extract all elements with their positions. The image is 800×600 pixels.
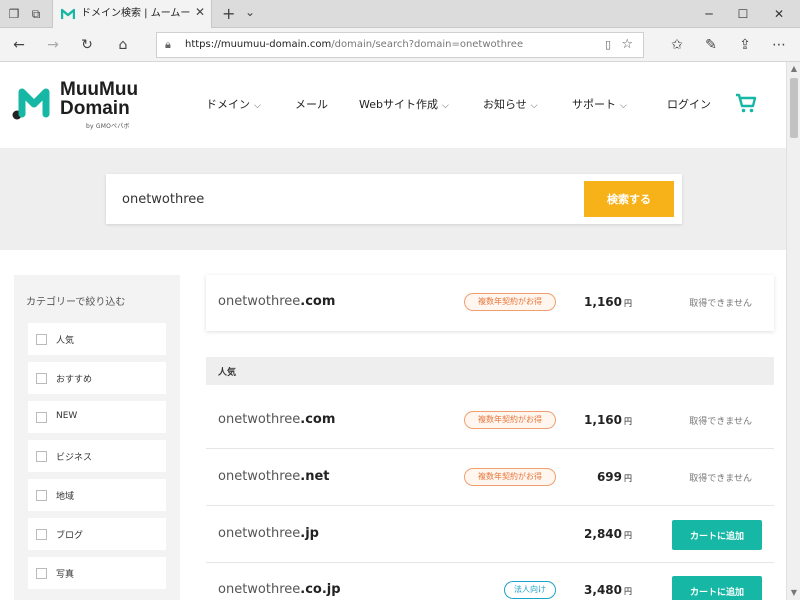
unavailable-status: 取得できません [689,299,752,309]
tab-manager-icon[interactable]: ❐ [6,6,22,22]
browser-toolbar: ← → ↻ ⌂ 🔒︎ https://muumuu-domain.com/dom… [0,28,800,62]
category-checkbox[interactable] [36,568,47,579]
category-item[interactable]: 人気 [28,323,166,355]
favorite-star-icon[interactable]: ☆ [621,37,633,52]
lock-icon: 🔒︎ [165,38,171,51]
refresh-icon[interactable]: ↻ [78,36,96,54]
nav-support[interactable]: サポート ⌵ [572,96,627,112]
category-item[interactable]: ビジネス [28,440,166,472]
scroll-up-icon[interactable]: ▲ [787,62,800,76]
unavailable-status: 取得できません [689,417,752,427]
search-box: 検索する [106,174,682,224]
scrollbar-thumb[interactable] [790,78,798,138]
category-item[interactable]: おすすめ [28,362,166,394]
site-favicon-icon [61,8,75,19]
nav-website[interactable]: Webサイト作成 ⌵ [359,96,449,112]
share-icon[interactable]: ⇪ [736,36,754,54]
set-aside-tabs-icon[interactable]: ⧉ [28,6,44,22]
domain-search-input[interactable] [122,186,562,212]
minimize-icon[interactable]: ─ [694,4,724,24]
scroll-down-icon[interactable]: ▼ [787,586,800,600]
cart-icon[interactable] [735,92,757,114]
category-item[interactable]: ブログ [28,518,166,550]
home-icon[interactable]: ⌂ [114,36,132,54]
results-content: カテゴリーで絞り込む 人気 おすすめ NEW ビジネス 地域 ブログ 写真 on… [0,250,786,600]
section-title: 人気 [218,368,237,378]
domain-name: onetwothree.net [218,469,330,484]
browser-tab-active[interactable]: ドメイン検索 | ムームードメイ ✕ [52,0,212,28]
domain-price: 1,160 円 [584,295,632,309]
chevron-down-icon: ⌵ [441,101,449,111]
domain-row: onetwothree.com 複数年契約がお得 1,160 円 取得できません [206,393,774,449]
browser-tab-bar: ❐ ⧉ ドメイン検索 | ムームードメイ ✕ + ⌄ ─ ☐ ✕ [0,0,800,28]
sidebar-title: カテゴリーで絞り込む [26,297,126,308]
category-checkbox[interactable] [36,529,47,540]
maximize-icon[interactable]: ☐ [728,4,758,24]
featured-domain-row: onetwothree.com 複数年契約がお得 1,160 円 取得できません [206,275,774,331]
corporate-badge: 法人向け [504,581,556,599]
logo-mark-icon [12,88,50,120]
site-header: MuuMuu Domain by GMOペパボ ドメイン ⌵ メール Webサイト… [0,62,786,148]
window-close-icon[interactable]: ✕ [764,4,794,24]
nav-domain[interactable]: ドメイン ⌵ [206,96,261,112]
unavailable-status: 取得できません [689,474,752,484]
tab-close-icon[interactable]: ✕ [195,5,205,19]
chevron-down-icon: ⌵ [254,101,261,111]
back-icon[interactable]: ← [10,36,28,54]
category-item[interactable]: 写真 [28,557,166,589]
url-text: https://muumuu-domain.com/domain/search?… [185,39,524,50]
multi-year-badge: 複数年契約がお得 [464,468,556,486]
logo-text: MuuMuu Domain [60,79,139,119]
domain-price: 699 円 [596,470,632,484]
add-to-cart-button[interactable]: カートに追加 [672,576,762,600]
domain-row: onetwothree.jp 2,840 円 カートに追加 [206,507,774,563]
domain-name: onetwothree.co.jp [218,582,341,597]
domain-row: onetwothree.co.jp 法人向け 3,480 円 カートに追加 [206,563,774,600]
address-bar[interactable]: 🔒︎ https://muumuu-domain.com/domain/sear… [156,32,644,58]
favorites-icon[interactable]: ✩ [668,36,686,54]
chevron-down-icon: ⌵ [620,101,627,111]
section-header-popular: 人気 [206,357,774,385]
search-section: 検索する [0,148,786,250]
domain-price: 3,480 円 [584,583,632,597]
more-icon[interactable]: ⋯ [770,36,788,54]
logo-subtext: by GMOペパボ [86,123,130,130]
domain-price: 1,160 円 [584,413,632,427]
nav-news[interactable]: お知らせ ⌵ [483,96,538,112]
domain-price: 2,840 円 [584,527,632,541]
forward-icon[interactable]: → [44,36,62,54]
category-filter-sidebar: カテゴリーで絞り込む 人気 おすすめ NEW ビジネス 地域 ブログ 写真 [14,275,180,600]
new-tab-icon[interactable]: + [222,4,235,23]
notes-icon[interactable]: ✎ [702,36,720,54]
category-checkbox[interactable] [36,451,47,462]
category-checkbox[interactable] [36,490,47,501]
category-checkbox[interactable] [36,334,47,345]
nav-mail[interactable]: メール [295,96,328,112]
chevron-down-icon: ⌵ [530,101,538,111]
category-item[interactable]: NEW [28,401,166,433]
site-logo[interactable]: MuuMuu Domain by GMOペパボ [12,78,152,134]
domain-name: onetwothree.com [218,294,336,309]
domain-name: onetwothree.com [218,412,336,427]
domain-row: onetwothree.net 複数年契約がお得 699 円 取得できません [206,450,774,506]
category-item[interactable]: 地域 [28,479,166,511]
add-to-cart-button[interactable]: カートに追加 [672,520,762,550]
tab-title: ドメイン検索 | ムームードメイ [81,8,191,19]
tab-preview-chevron-icon[interactable]: ⌄ [245,5,255,19]
multi-year-badge: 複数年契約がお得 [464,293,556,311]
search-button[interactable]: 検索する [584,181,674,217]
reading-view-icon[interactable]: ▯ [605,38,611,51]
nav-login[interactable]: ログイン [667,96,711,112]
category-checkbox[interactable] [36,412,47,423]
domain-name: onetwothree.jp [218,526,319,541]
multi-year-badge: 複数年契約がお得 [464,411,556,429]
category-checkbox[interactable] [36,373,47,384]
page-scrollbar[interactable]: ▲ ▼ [786,62,800,600]
